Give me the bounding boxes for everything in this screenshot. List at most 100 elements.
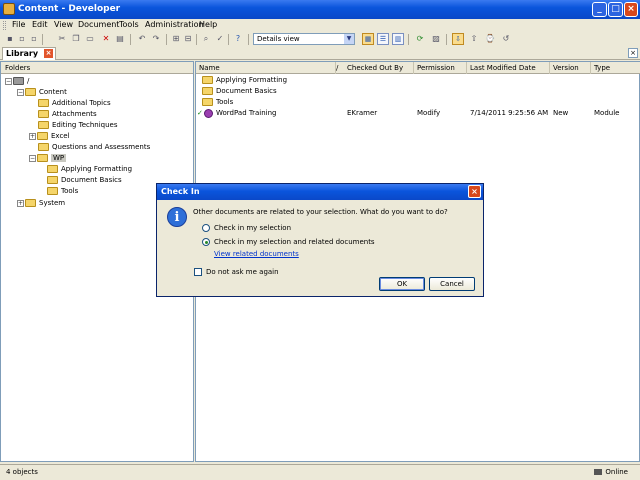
tree-item-tools[interactable]: Tools	[47, 186, 78, 197]
minimize-button[interactable]: _	[592, 2, 607, 17]
column-version[interactable]: Version	[550, 62, 591, 74]
list-row[interactable]: Tools	[196, 97, 640, 108]
tree-item-excel[interactable]: + Excel	[29, 131, 70, 142]
tree-item-attachments[interactable]: Attachments	[38, 109, 97, 120]
collapse-icon[interactable]: ⊟	[182, 33, 194, 45]
menu-edit[interactable]: Edit	[32, 20, 48, 29]
cancel-button[interactable]: Cancel	[429, 277, 475, 291]
menu-view[interactable]: View	[54, 20, 73, 29]
expand-icon[interactable]: +	[29, 132, 36, 140]
list-view-icon[interactable]: ☰	[377, 33, 389, 45]
row-name: Document Basics	[216, 87, 277, 95]
tree-item-applying-formatting[interactable]: Applying Formatting	[47, 164, 132, 175]
close-tab-icon[interactable]: ×	[44, 49, 53, 58]
tree-item-content[interactable]: − Content	[17, 87, 67, 98]
column-last-modified[interactable]: Last Modified Date	[467, 62, 550, 74]
online-status: Online	[594, 468, 628, 476]
list-row[interactable]: ✓ WordPad Training EKramer Modify 7/14/2…	[196, 108, 640, 119]
toolbar-separator	[248, 34, 249, 45]
do-not-ask-label[interactable]: Do not ask me again	[206, 268, 279, 276]
history-icon[interactable]: ⌚	[484, 33, 496, 45]
find-icon[interactable]: ⌕	[200, 33, 212, 45]
redo-icon[interactable]: ↷	[150, 33, 162, 45]
toolbar-separator	[42, 34, 43, 45]
collapse-icon[interactable]: −	[29, 154, 36, 162]
column-permission[interactable]: Permission	[414, 62, 467, 74]
radio-check-in-related-label[interactable]: Check in my selection and related docume…	[214, 238, 375, 246]
list-row[interactable]: Document Basics	[196, 86, 640, 97]
folder-icon	[38, 143, 49, 151]
column-type[interactable]: Type	[591, 62, 640, 74]
cancel-checkout-icon[interactable]: ↺	[500, 33, 512, 45]
collapse-icon[interactable]: −	[17, 88, 24, 96]
row-name: Tools	[216, 98, 234, 106]
folder-icon	[38, 121, 49, 129]
folder-icon	[38, 110, 49, 118]
toolbar-separator	[166, 34, 167, 45]
view-select[interactable]: Details view ▼	[253, 33, 355, 45]
radio-check-in-related[interactable]	[202, 238, 210, 246]
split-view-icon[interactable]: ▥	[392, 33, 404, 45]
filter-icon[interactable]: ▨	[430, 33, 442, 45]
ok-button[interactable]: OK	[379, 277, 425, 291]
row-name: WordPad Training	[216, 109, 277, 117]
folder-icon	[25, 199, 36, 207]
check-in-icon[interactable]: ⇧	[468, 33, 480, 45]
list-row[interactable]: Applying Formatting	[196, 75, 640, 86]
spellcheck-icon[interactable]: ✓	[214, 33, 226, 45]
tree-item-wp[interactable]: − WP	[29, 153, 67, 164]
help-icon[interactable]: ?	[232, 33, 244, 45]
collapse-icon[interactable]: −	[5, 77, 12, 85]
expand-icon[interactable]: ⊞	[170, 33, 182, 45]
column-checked-out-by[interactable]: Checked Out By	[344, 62, 414, 74]
tree-item-additional-topics[interactable]: Additional Topics	[38, 98, 111, 109]
tab-library[interactable]: Library ×	[2, 47, 56, 60]
tree-item-editing-techniques[interactable]: Editing Techniques	[38, 120, 118, 131]
toolbar-separator	[130, 34, 131, 45]
tab-strip: Library × ×	[0, 47, 640, 60]
do-not-ask-checkbox[interactable]	[194, 268, 202, 276]
radio-check-in-selection-label[interactable]: Check in my selection	[214, 224, 291, 232]
network-icon	[594, 469, 603, 475]
folder-icon	[47, 165, 58, 173]
column-sort[interactable]: /	[336, 62, 344, 74]
refresh-icon[interactable]: ⟳	[414, 33, 426, 45]
column-name[interactable]: Name	[196, 62, 336, 74]
row-name: Applying Formatting	[216, 76, 288, 84]
view-related-link[interactable]: View related documents	[214, 250, 299, 258]
menu-tools[interactable]: Tools	[119, 20, 139, 29]
undo-icon[interactable]: ↶	[136, 33, 148, 45]
tree-item-root[interactable]: − /	[5, 76, 29, 87]
expand-icon[interactable]: +	[17, 199, 24, 207]
menu-file[interactable]: File	[12, 20, 25, 29]
tree-item-document-basics[interactable]: Document Basics	[47, 175, 122, 186]
menu-document[interactable]: Document	[78, 20, 119, 29]
tree-item-questions[interactable]: Questions and Assessments	[38, 142, 150, 153]
properties-icon[interactable]: ▤	[114, 33, 126, 45]
tree-item-system[interactable]: + System	[17, 198, 65, 209]
maximize-button[interactable]: □	[608, 2, 623, 17]
save-icon[interactable]: ▫	[28, 33, 40, 45]
folder-icon	[37, 132, 48, 140]
paste-icon[interactable]: ▭	[84, 33, 96, 45]
open-icon[interactable]: ▫	[16, 33, 28, 45]
menu-administration[interactable]: Administration	[145, 20, 204, 29]
tab-library-label: Library	[6, 49, 39, 58]
cut-icon[interactable]: ✂	[56, 33, 68, 45]
module-icon	[204, 109, 213, 118]
dialog-question: Other documents are related to your sele…	[193, 208, 448, 216]
chevron-down-icon[interactable]: ▼	[344, 34, 354, 44]
copy-icon[interactable]: ❐	[70, 33, 82, 45]
dialog-close-button[interactable]: ×	[468, 185, 481, 198]
toolbar-separator	[228, 34, 229, 45]
new-icon[interactable]: ▪	[4, 33, 16, 45]
menu-help[interactable]: Help	[199, 20, 217, 29]
delete-icon[interactable]: ✕	[100, 33, 112, 45]
details-view-icon[interactable]: ▦	[362, 33, 374, 45]
folder-icon	[25, 88, 36, 96]
close-button[interactable]: ×	[624, 2, 638, 17]
row-version: New	[553, 109, 569, 117]
check-out-icon[interactable]: ⇩	[452, 33, 464, 45]
radio-check-in-selection[interactable]	[202, 224, 210, 232]
close-pane-icon[interactable]: ×	[628, 48, 638, 58]
